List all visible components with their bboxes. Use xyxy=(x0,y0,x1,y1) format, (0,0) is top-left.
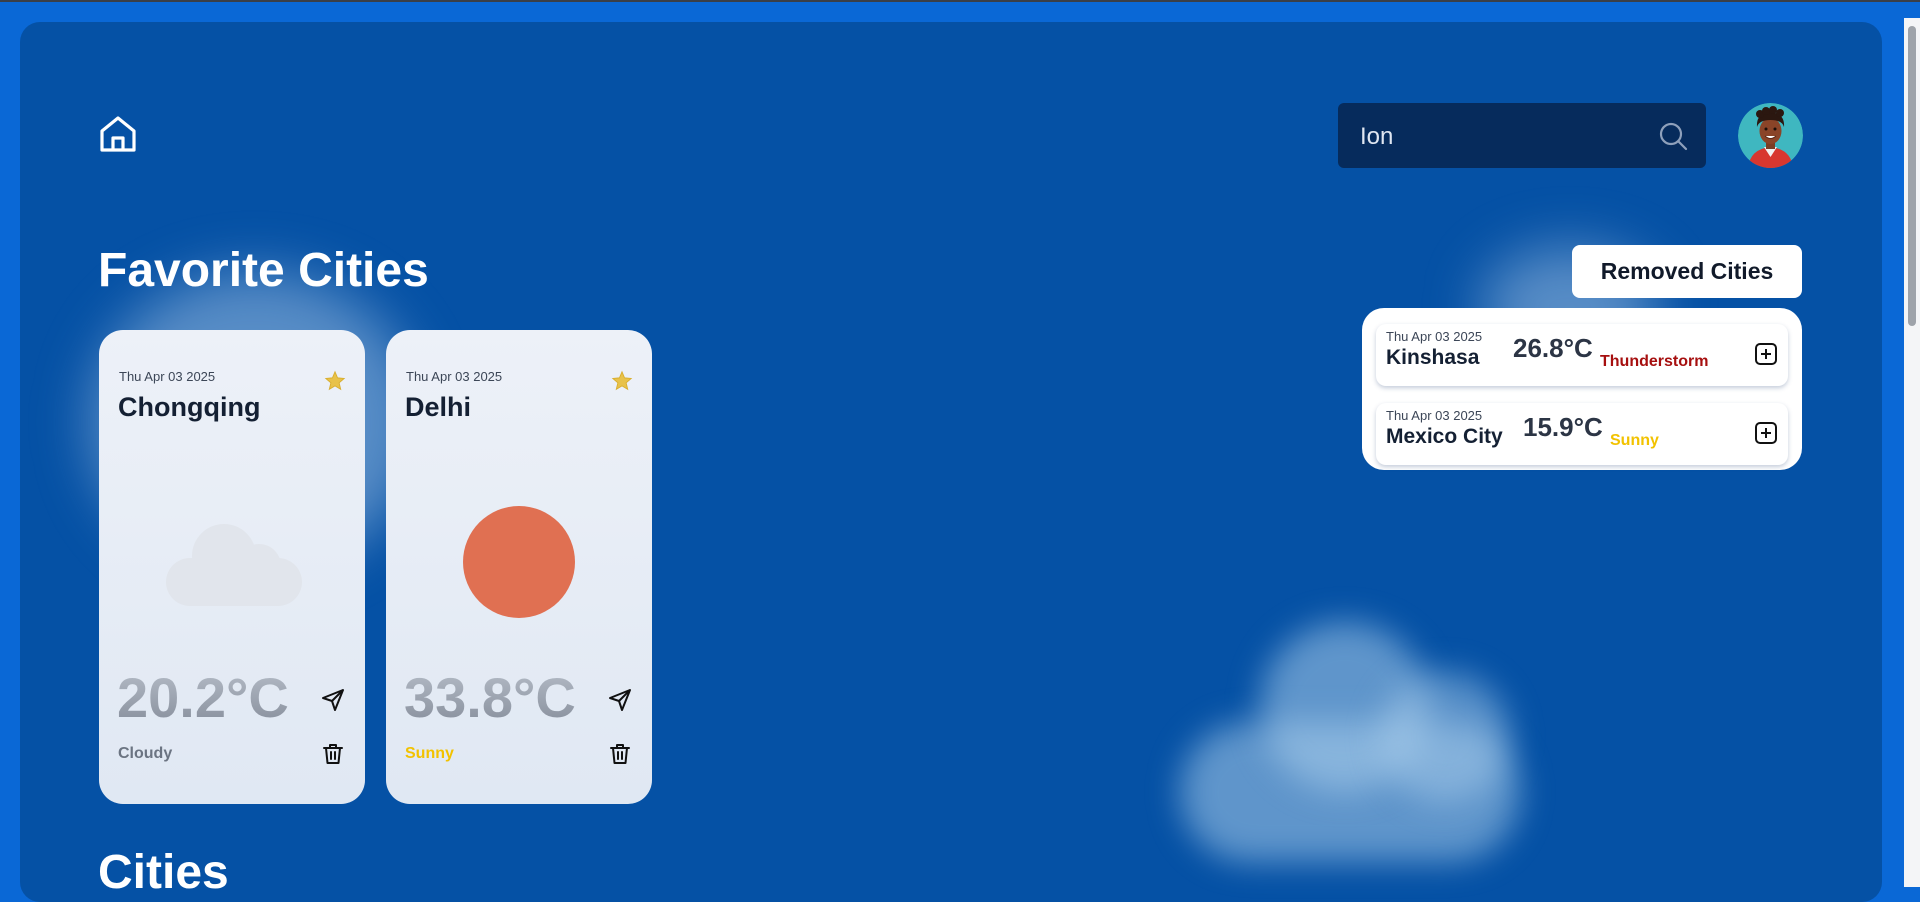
card-temperature: 33.8°C xyxy=(404,666,576,729)
trash-icon[interactable] xyxy=(608,742,632,766)
removed-city-temperature: 26.8°C xyxy=(1513,333,1593,363)
cloud-icon xyxy=(166,524,302,606)
removed-city-date: Thu Apr 03 2025 xyxy=(1386,408,1483,423)
send-icon[interactable] xyxy=(608,688,632,712)
scrollbar-thumb[interactable] xyxy=(1908,26,1916,326)
removed-city-name: Mexico City xyxy=(1386,425,1503,448)
add-city-icon[interactable] xyxy=(1754,342,1778,366)
trash-icon[interactable] xyxy=(321,742,345,766)
star-icon[interactable] xyxy=(324,370,346,392)
card-city-name: Chongqing xyxy=(118,392,261,422)
avatar-image xyxy=(1738,103,1803,168)
favorite-city-card: Thu Apr 03 2025 Chongqing 20.2°C Cloudy xyxy=(99,330,365,804)
removed-city-name: Kinshasa xyxy=(1386,346,1480,369)
removed-city-condition: Sunny xyxy=(1610,432,1659,449)
removed-city-row: Thu Apr 03 2025 Mexico City 15.9°C Sunny xyxy=(1376,403,1788,465)
search-input[interactable] xyxy=(1358,103,1650,170)
star-icon[interactable] xyxy=(611,370,633,392)
background-cloud-large xyxy=(1150,602,1550,872)
sun-icon xyxy=(463,506,575,618)
removed-cities-panel: Thu Apr 03 2025 Kinshasa 26.8°C Thunders… xyxy=(1362,308,1802,470)
avatar[interactable] xyxy=(1738,103,1803,168)
card-date: Thu Apr 03 2025 xyxy=(406,369,503,384)
home-icon[interactable] xyxy=(97,113,139,155)
removed-city-condition: Thunderstorm xyxy=(1600,353,1709,370)
card-condition: Sunny xyxy=(405,745,454,762)
removed-city-temperature: 15.9°C xyxy=(1523,412,1603,442)
favorite-cities-heading: Favorite Cities xyxy=(98,244,429,297)
search-icon[interactable] xyxy=(1658,121,1688,151)
scrollbar[interactable] xyxy=(1904,18,1920,887)
send-icon[interactable] xyxy=(321,688,345,712)
removed-city-date: Thu Apr 03 2025 xyxy=(1386,329,1483,344)
add-city-icon[interactable] xyxy=(1754,421,1778,445)
card-temperature: 20.2°C xyxy=(117,666,289,729)
removed-city-row: Thu Apr 03 2025 Kinshasa 26.8°C Thunders… xyxy=(1376,324,1788,386)
window-top-border xyxy=(0,0,1920,2)
search-box xyxy=(1338,103,1706,170)
card-city-name: Delhi xyxy=(405,392,472,422)
cities-heading: Cities xyxy=(98,846,229,899)
card-condition: Cloudy xyxy=(118,745,173,762)
removed-cities-button[interactable]: Removed Cities xyxy=(1572,245,1802,298)
favorite-city-card: Thu Apr 03 2025 Delhi 33.8°C Sunny xyxy=(386,330,652,804)
card-date: Thu Apr 03 2025 xyxy=(119,369,216,384)
